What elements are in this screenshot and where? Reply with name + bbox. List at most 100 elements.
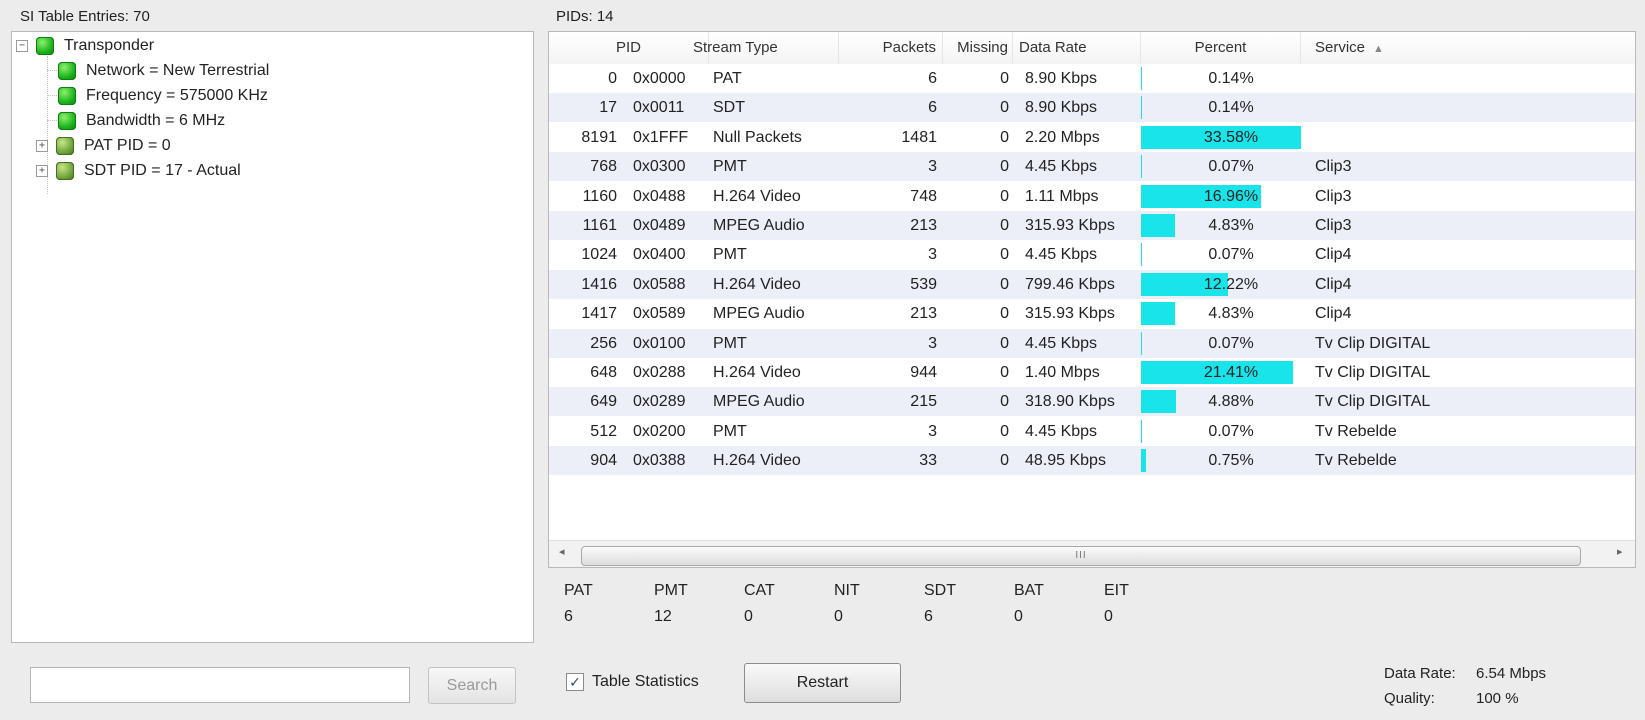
scrollbar-thumb[interactable]: III <box>581 546 1581 566</box>
cell-service: Clip4 <box>1315 305 1352 323</box>
table-row[interactable]: 1416 0x0588 H.264 Video 539 0 799.46 Kbps 12.2… <box>549 269 1635 299</box>
table-row[interactable]: 649 0x0289 MPEG Audio 215 0 318.90 Kbps 4.88% T… <box>549 387 1635 417</box>
cell-stream-type: H.264 Video <box>713 452 801 470</box>
column-header-data-rate[interactable]: Data Rate <box>1013 32 1141 64</box>
cell-stream-type: MPEG Audio <box>713 217 805 234</box>
tree-node-frequency[interactable]: Frequency = 575000 KHz <box>58 84 268 108</box>
cell-data-rate: 799.46 Kbps <box>1025 275 1115 293</box>
table-row[interactable]: 512 0x0200 PMT 3 0 4.45 Kbps 0.07% Tv Rebelde <box>549 417 1635 446</box>
stat-value-pmt: 12 <box>654 608 672 625</box>
cell-pid-hex: 0x0200 <box>633 422 686 440</box>
cell-missing: 0 <box>1000 334 1009 352</box>
table-row[interactable]: 1161 0x0489 MPEG Audio 213 0 315.93 Kbps 4.83%… <box>549 211 1635 240</box>
cell-percent: 4.83% <box>1208 217 1254 234</box>
cell-missing: 0 <box>1000 452 1009 470</box>
cell-pid-hex: 0x0289 <box>633 393 686 411</box>
scroll-right-icon[interactable]: ▸ <box>1617 545 1623 558</box>
cell-service: Tv Clip DIGITAL <box>1315 364 1431 381</box>
horizontal-scrollbar[interactable]: ◂ III ▸ <box>549 540 1635 567</box>
cell-stream-type: H.264 Video <box>713 187 801 205</box>
table-row[interactable]: 1160 0x0488 H.264 Video 748 0 1.11 Mbps 16.96%… <box>549 182 1635 211</box>
column-header-percent[interactable]: Percent <box>1141 32 1301 64</box>
stat-value-nit: 0 <box>834 608 843 625</box>
cell-missing: 0 <box>1000 128 1009 146</box>
cell-pid-hex: 0x0588 <box>633 275 686 293</box>
table-row[interactable]: 1417 0x0589 MPEG Audio 213 0 315.93 Kbps 4.83%… <box>549 299 1635 328</box>
cell-pid: 0 <box>608 70 617 87</box>
cell-pid-hex: 0x0589 <box>633 305 686 323</box>
cell-packets: 215 <box>910 393 937 411</box>
scroll-left-icon[interactable]: ◂ <box>559 545 565 558</box>
tree-node-transponder[interactable]: − Transponder <box>16 34 154 58</box>
table-row[interactable]: 1024 0x0400 PMT 3 0 4.45 Kbps 0.07% Clip4 <box>549 240 1635 269</box>
cell-data-rate: 8.90 Kbps <box>1025 99 1098 117</box>
expand-icon[interactable]: + <box>36 165 48 177</box>
si-tree-view[interactable]: − Transponder Network = New Terrestrial … <box>11 31 534 643</box>
percent-bar <box>1141 390 1176 414</box>
cell-pid-hex: 0x0011 <box>633 99 685 117</box>
tree-node-sdt-pid[interactable]: + SDT PID = 17 - Actual <box>36 159 241 183</box>
cell-percent: 4.83% <box>1208 305 1254 323</box>
stat-label-cat: CAT <box>744 582 775 599</box>
column-header-packets[interactable]: Packets <box>839 32 943 64</box>
table-statistics-label: Table Statistics <box>592 673 699 690</box>
cell-packets: 1481 <box>901 128 937 146</box>
cell-stream-type: H.264 Video <box>713 275 801 293</box>
cell-service <box>1315 123 1615 152</box>
table-row[interactable]: 8191 0x1FFF Null Packets 1481 0 2.20 Mbps 33.5… <box>549 123 1635 152</box>
green-node-icon <box>58 62 76 80</box>
cell-missing: 0 <box>1000 158 1009 176</box>
tree-node-pat-pid[interactable]: + PAT PID = 0 <box>36 134 171 158</box>
table-statistics-checkbox[interactable]: ✓ <box>566 673 584 691</box>
cell-missing: 0 <box>1000 99 1009 117</box>
cell-service: Clip3 <box>1315 217 1352 234</box>
stat-value-cat: 0 <box>744 608 753 625</box>
cell-pid: 649 <box>590 393 617 411</box>
collapse-icon[interactable]: − <box>16 40 28 52</box>
expand-icon[interactable]: + <box>36 140 48 152</box>
search-button[interactable]: Search <box>428 667 516 704</box>
cell-stream-type: Null Packets <box>713 128 802 146</box>
column-header-service[interactable]: Service ▲ <box>1301 32 1635 64</box>
tree-node-label: Network = New Terrestrial <box>86 62 270 79</box>
cell-packets: 3 <box>928 246 937 264</box>
cell-stream-type: MPEG Audio <box>713 305 805 323</box>
cell-data-rate: 4.45 Kbps <box>1025 334 1098 352</box>
tree-node-bandwidth[interactable]: Bandwidth = 6 MHz <box>58 109 225 133</box>
cell-packets: 6 <box>928 99 937 117</box>
cell-pid-hex: 0x0400 <box>633 246 686 264</box>
cell-service <box>1315 64 1615 93</box>
table-row[interactable]: 256 0x0100 PMT 3 0 4.45 Kbps 0.07% Tv Clip DIGI… <box>549 328 1635 358</box>
stat-label-sdt: SDT <box>924 582 956 599</box>
percent-bar <box>1141 214 1176 237</box>
column-header-missing[interactable]: Missing <box>943 32 1013 64</box>
cell-packets: 213 <box>910 217 937 234</box>
cell-percent: 21.41% <box>1203 364 1259 381</box>
si-table-entries-title: SI Table Entries: 70 <box>20 8 150 25</box>
table-row[interactable]: 0 0x0000 PAT 6 0 8.90 Kbps 0.14% <box>549 64 1635 93</box>
stat-label-bat: BAT <box>1014 582 1044 599</box>
pid-table[interactable]: PID Stream Type Packets Missing Data Rat… <box>548 31 1636 568</box>
quality-label: Quality: <box>1384 690 1435 707</box>
tree-node-network[interactable]: Network = New Terrestrial <box>58 59 269 83</box>
restart-button[interactable]: Restart <box>744 663 901 703</box>
stat-label-pat: PAT <box>564 582 593 599</box>
cell-data-rate: 4.45 Kbps <box>1025 422 1098 440</box>
column-header-pid[interactable]: PID <box>549 32 709 64</box>
table-row[interactable]: 648 0x0288 H.264 Video 944 0 1.40 Mbps 21.41% T… <box>549 358 1635 387</box>
cell-pid: 1417 <box>581 305 617 323</box>
cell-missing: 0 <box>1000 422 1009 440</box>
table-row[interactable]: 768 0x0300 PMT 3 0 4.45 Kbps 0.07% Clip3 <box>549 152 1635 182</box>
cell-pid: 17 <box>599 99 617 117</box>
cell-pid: 768 <box>590 158 617 176</box>
cell-packets: 213 <box>910 305 937 323</box>
search-input[interactable] <box>30 667 410 703</box>
cell-packets: 6 <box>928 70 937 87</box>
cell-pid: 256 <box>590 334 617 352</box>
cell-service: Tv Clip DIGITAL <box>1315 393 1431 411</box>
cell-percent: 16.96% <box>1203 187 1259 205</box>
table-row[interactable]: 17 0x0011 SDT 6 0 8.90 Kbps 0.14% <box>549 93 1635 123</box>
table-row[interactable]: 904 0x0388 H.264 Video 33 0 48.95 Kbps 0.75% Tv… <box>549 446 1635 476</box>
column-header-stream-type[interactable]: Stream Type <box>693 32 839 64</box>
cell-packets: 748 <box>910 187 937 205</box>
